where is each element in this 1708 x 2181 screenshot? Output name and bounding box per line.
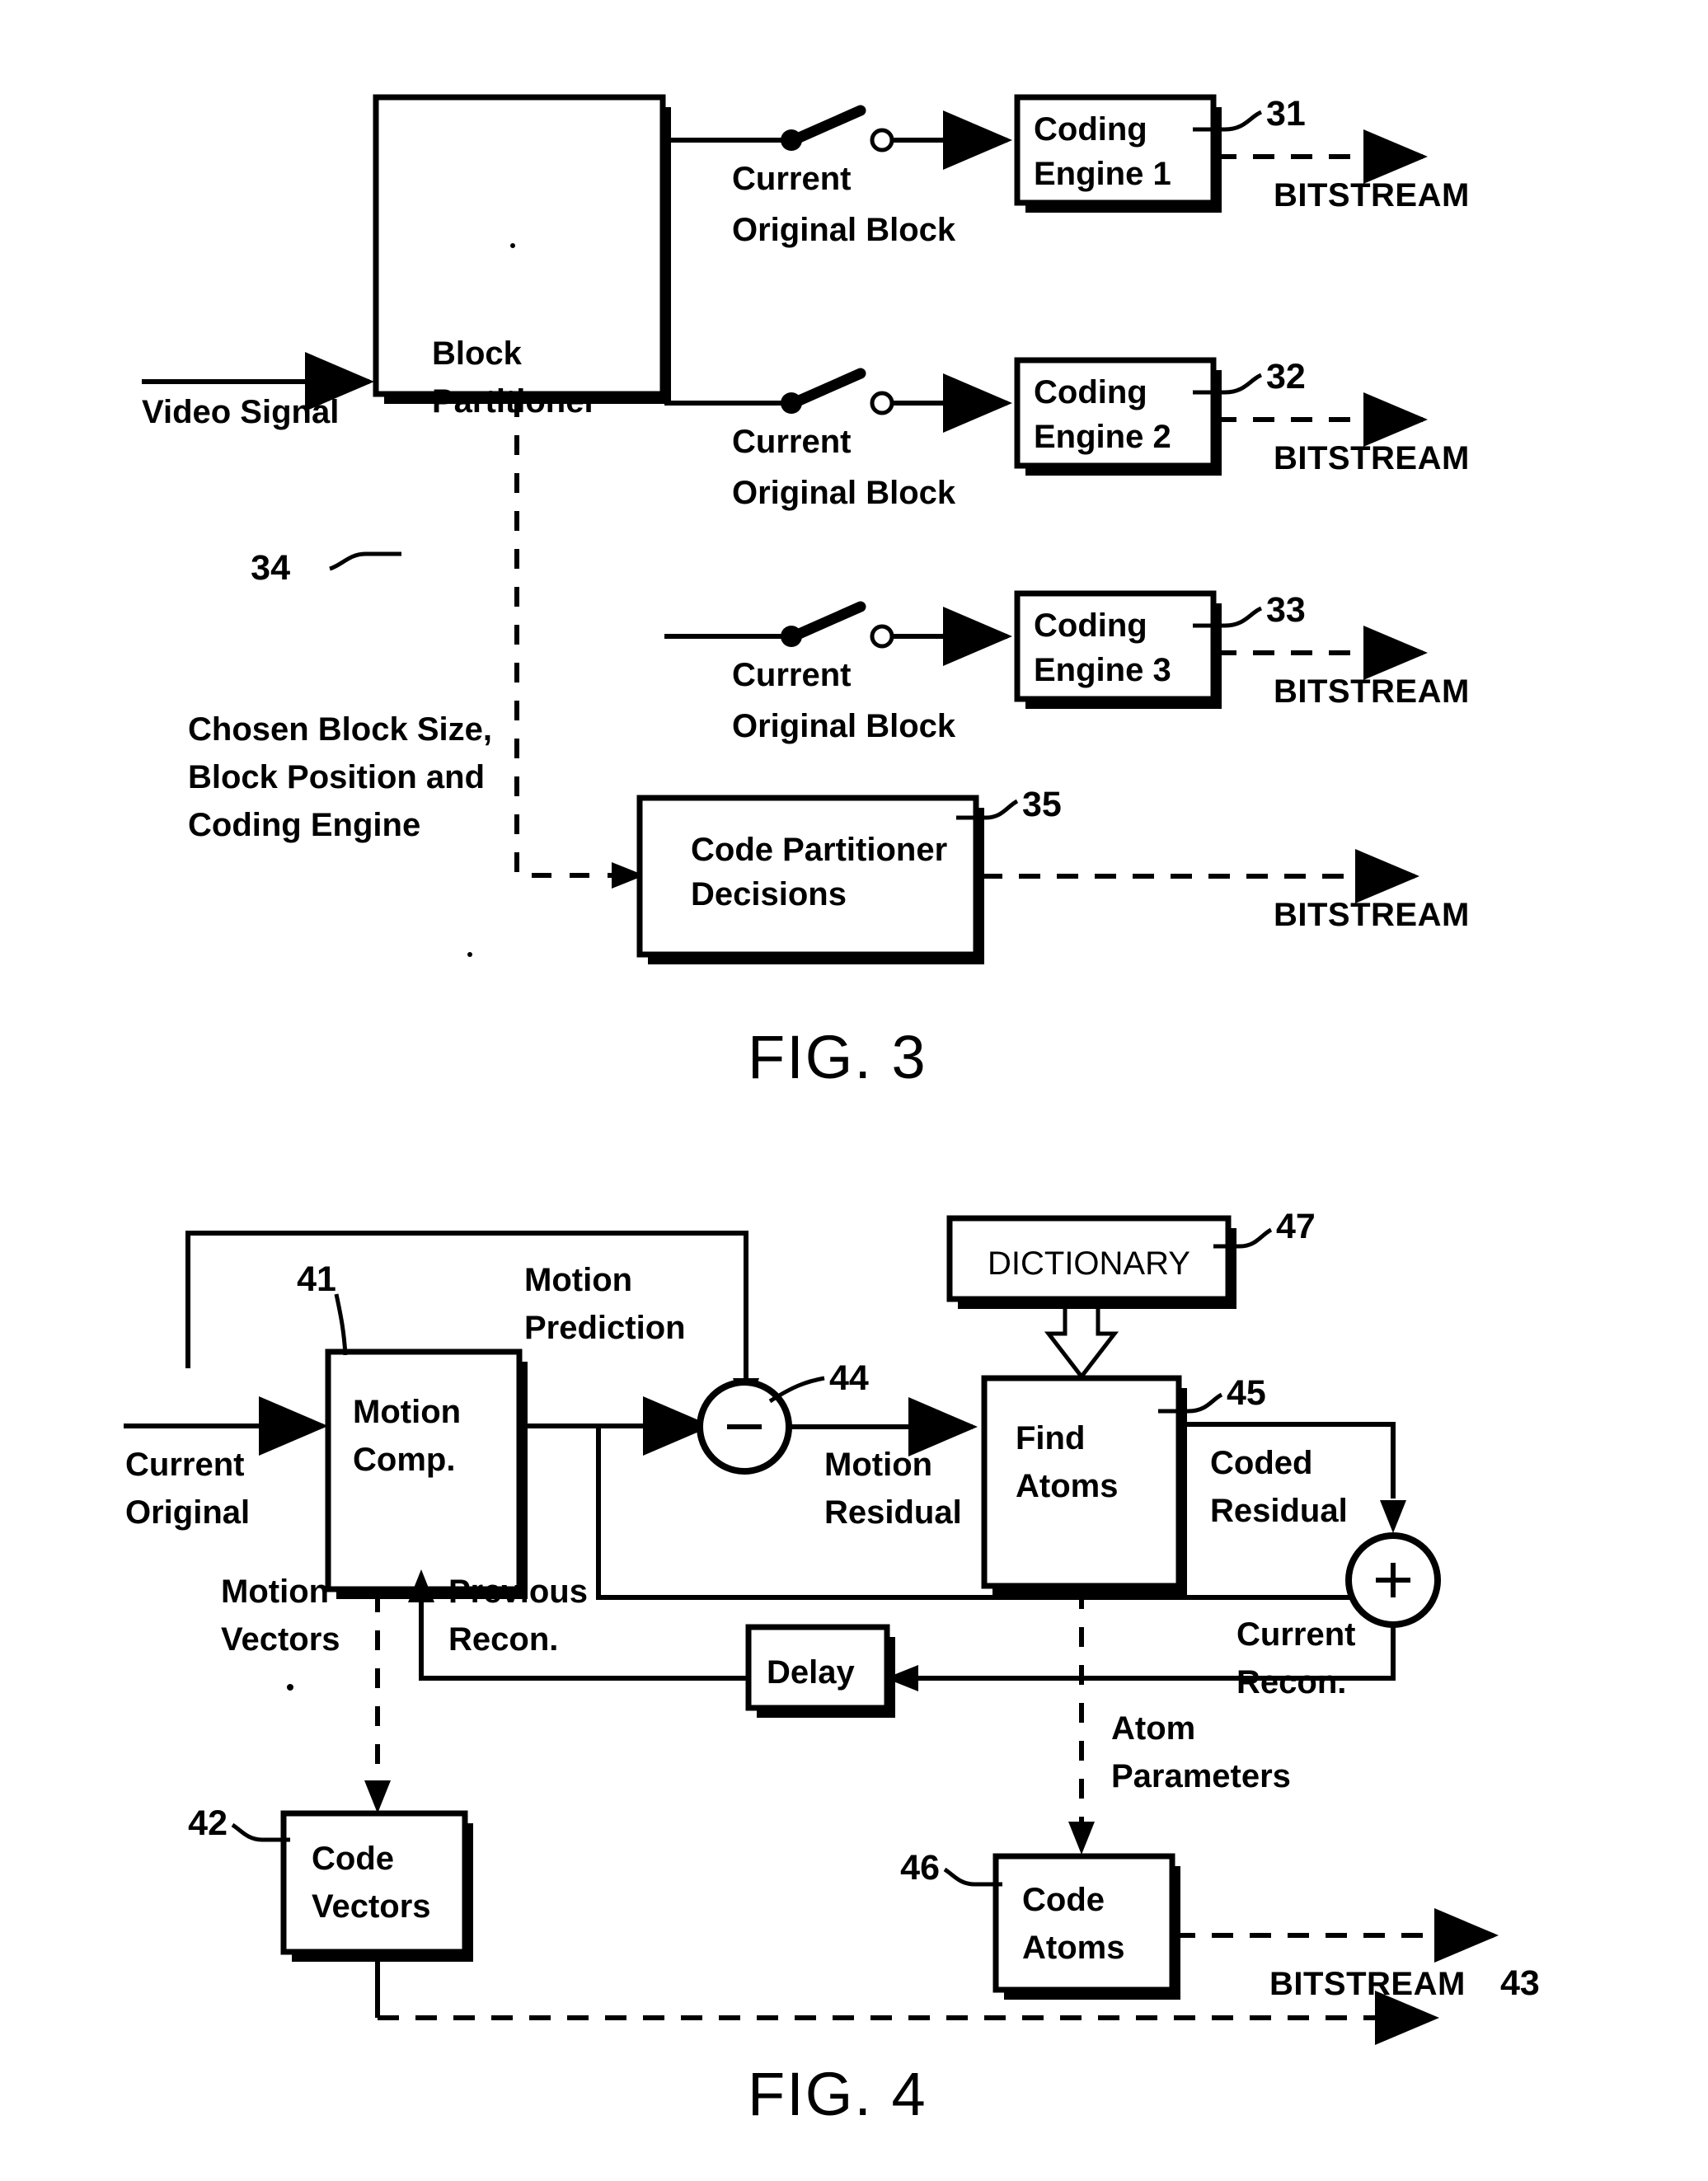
decisions-note-line1: Chosen Block Size, — [188, 711, 492, 748]
coding-engine-3-line2: Engine 3 — [1034, 652, 1171, 688]
branch-3-signal-line1: Current — [732, 657, 851, 693]
ref-44-leader — [768, 1376, 825, 1404]
coded-residual-line2: Residual — [1210, 1493, 1348, 1529]
branch-3-switch-contact — [870, 624, 894, 649]
figure-3-caption: FIG. 3 — [748, 1023, 927, 1091]
ref-41-leader — [334, 1293, 348, 1356]
delay-label: Delay — [767, 1654, 855, 1691]
motion-comp-line1: Motion — [353, 1394, 461, 1430]
figure-4-caption: FIG. 4 — [748, 2060, 927, 2128]
code-atoms-line1: Code — [1022, 1882, 1105, 1918]
current-recon-line2: Recon. — [1236, 1664, 1346, 1700]
coding-engine-2-line2: Engine 2 — [1034, 419, 1171, 455]
previous-recon-line1: Previous — [448, 1574, 588, 1610]
ref-34-label: 34 — [251, 548, 290, 588]
coding-engine-3-line1: Coding — [1034, 607, 1147, 644]
branch-2-switch-lever[interactable] — [784, 368, 866, 410]
ref-33-leader — [1224, 606, 1263, 628]
branch-1-switch-lever[interactable] — [784, 105, 866, 148]
decisions-bitstream-label: BITSTREAM — [1274, 897, 1470, 933]
branch-1-signal-line2: Original Block — [732, 212, 956, 248]
motion-prediction-line2: Prediction — [524, 1310, 686, 1346]
scan-speck — [510, 243, 515, 248]
code-vectors-line1: Code — [312, 1841, 394, 1877]
video-signal-label: Video Signal — [142, 394, 339, 430]
ref-46-leader — [943, 1867, 975, 1887]
branch-3-signal-line2: Original Block — [732, 708, 956, 744]
code-atoms-box — [992, 1853, 1175, 1993]
branch-1-bitstream-label: BITSTREAM — [1274, 177, 1470, 213]
branch-2-switch-contact — [870, 391, 894, 415]
find-atoms-line2: Atoms — [1016, 1468, 1118, 1504]
block-partitioner-label-line1: Block — [432, 335, 523, 372]
coded-residual-line1: Coded — [1210, 1445, 1312, 1481]
dictionary-block-arrow — [1044, 1300, 1119, 1381]
coding-engine-2-line1: Coding — [1034, 374, 1147, 410]
atom-parameters-arrowhead — [1068, 1822, 1095, 1855]
motion-prediction-line1: Motion — [524, 1262, 632, 1298]
code-atoms-line2: Atoms — [1022, 1930, 1124, 1966]
decisions-note-line3: Coding Engine — [188, 807, 420, 843]
code-partitioner-decisions-line2: Decisions — [691, 876, 847, 912]
fig4-bitstream-label: BITSTREAM — [1269, 1966, 1466, 2002]
branch-2-signal-line2: Original Block — [732, 475, 956, 511]
branch-2-bitstream-label: BITSTREAM — [1274, 440, 1470, 476]
branch-2-signal-line1: Current — [732, 424, 851, 460]
ref-32-label: 32 — [1266, 357, 1306, 396]
code-vectors-line2: Vectors — [312, 1888, 431, 1925]
ref-31-label: 31 — [1266, 94, 1306, 134]
ref-32-leader — [1224, 373, 1263, 395]
figures-svg: Block Partitioner Video Signal 34 Curren… — [124, 94, 1540, 2128]
ref-45-label: 45 — [1227, 1373, 1266, 1413]
motion-residual-line1: Motion — [824, 1447, 932, 1483]
code-partitioner-decisions-line1: Code Partitioner — [691, 832, 947, 868]
current-original-line1: Current — [125, 1447, 244, 1483]
scan-speck-3 — [287, 1684, 293, 1691]
branch-1-switch-contact — [870, 128, 894, 152]
patent-drawing-sheet: Block Partitioner Video Signal 34 Curren… — [0, 0, 1708, 2181]
ref-42-label: 42 — [188, 1803, 228, 1843]
ref-45-leader — [1188, 1392, 1223, 1414]
ref-33-label: 33 — [1266, 590, 1306, 630]
ref-42-leader — [231, 1822, 263, 1842]
find-atoms-line1: Find — [1016, 1420, 1085, 1456]
branch-3-bitstream-label: BITSTREAM — [1274, 673, 1470, 710]
decisions-note-line2: Block Position and — [188, 759, 485, 795]
ref-44-label: 44 — [829, 1358, 869, 1398]
atom-parameters-line2: Parameters — [1111, 1758, 1291, 1794]
branch-1-signal-line1: Current — [732, 161, 851, 197]
ref-35-label: 35 — [1022, 785, 1062, 824]
code-vectors-box — [280, 1810, 468, 1955]
scan-speck-2 — [467, 952, 472, 957]
motion-vectors-arrowhead — [364, 1780, 391, 1813]
atom-parameters-line1: Atom — [1111, 1710, 1195, 1747]
current-recon-line1: Current — [1236, 1616, 1355, 1653]
ref-47-label: 47 — [1276, 1207, 1316, 1246]
ref-31-leader — [1224, 110, 1263, 132]
previous-recon-line2: Recon. — [448, 1621, 558, 1658]
motion-comp-line2: Comp. — [353, 1442, 455, 1478]
ref-46-label: 46 — [900, 1848, 940, 1888]
current-original-line2: Original — [125, 1494, 250, 1531]
motion-vectors-line2: Vectors — [221, 1621, 340, 1658]
coding-engine-1-line2: Engine 1 — [1034, 156, 1171, 192]
coded-residual-arrowhead — [1380, 1500, 1406, 1533]
motion-vectors-line1: Motion — [221, 1574, 329, 1610]
coding-engine-1-line1: Coding — [1034, 111, 1147, 148]
partitioner-decisions-dashed-path — [514, 397, 612, 878]
ref-47-leader — [1239, 1227, 1273, 1249]
motion-residual-line2: Residual — [824, 1494, 962, 1531]
dictionary-label: DICTIONARY — [988, 1245, 1190, 1282]
ref-41-label: 41 — [297, 1259, 336, 1299]
ref-34-leader — [329, 551, 366, 571]
ref-35-leader — [985, 799, 1019, 820]
ref-43-label: 43 — [1500, 1963, 1540, 2003]
branch-3-switch-lever[interactable] — [784, 601, 866, 644]
